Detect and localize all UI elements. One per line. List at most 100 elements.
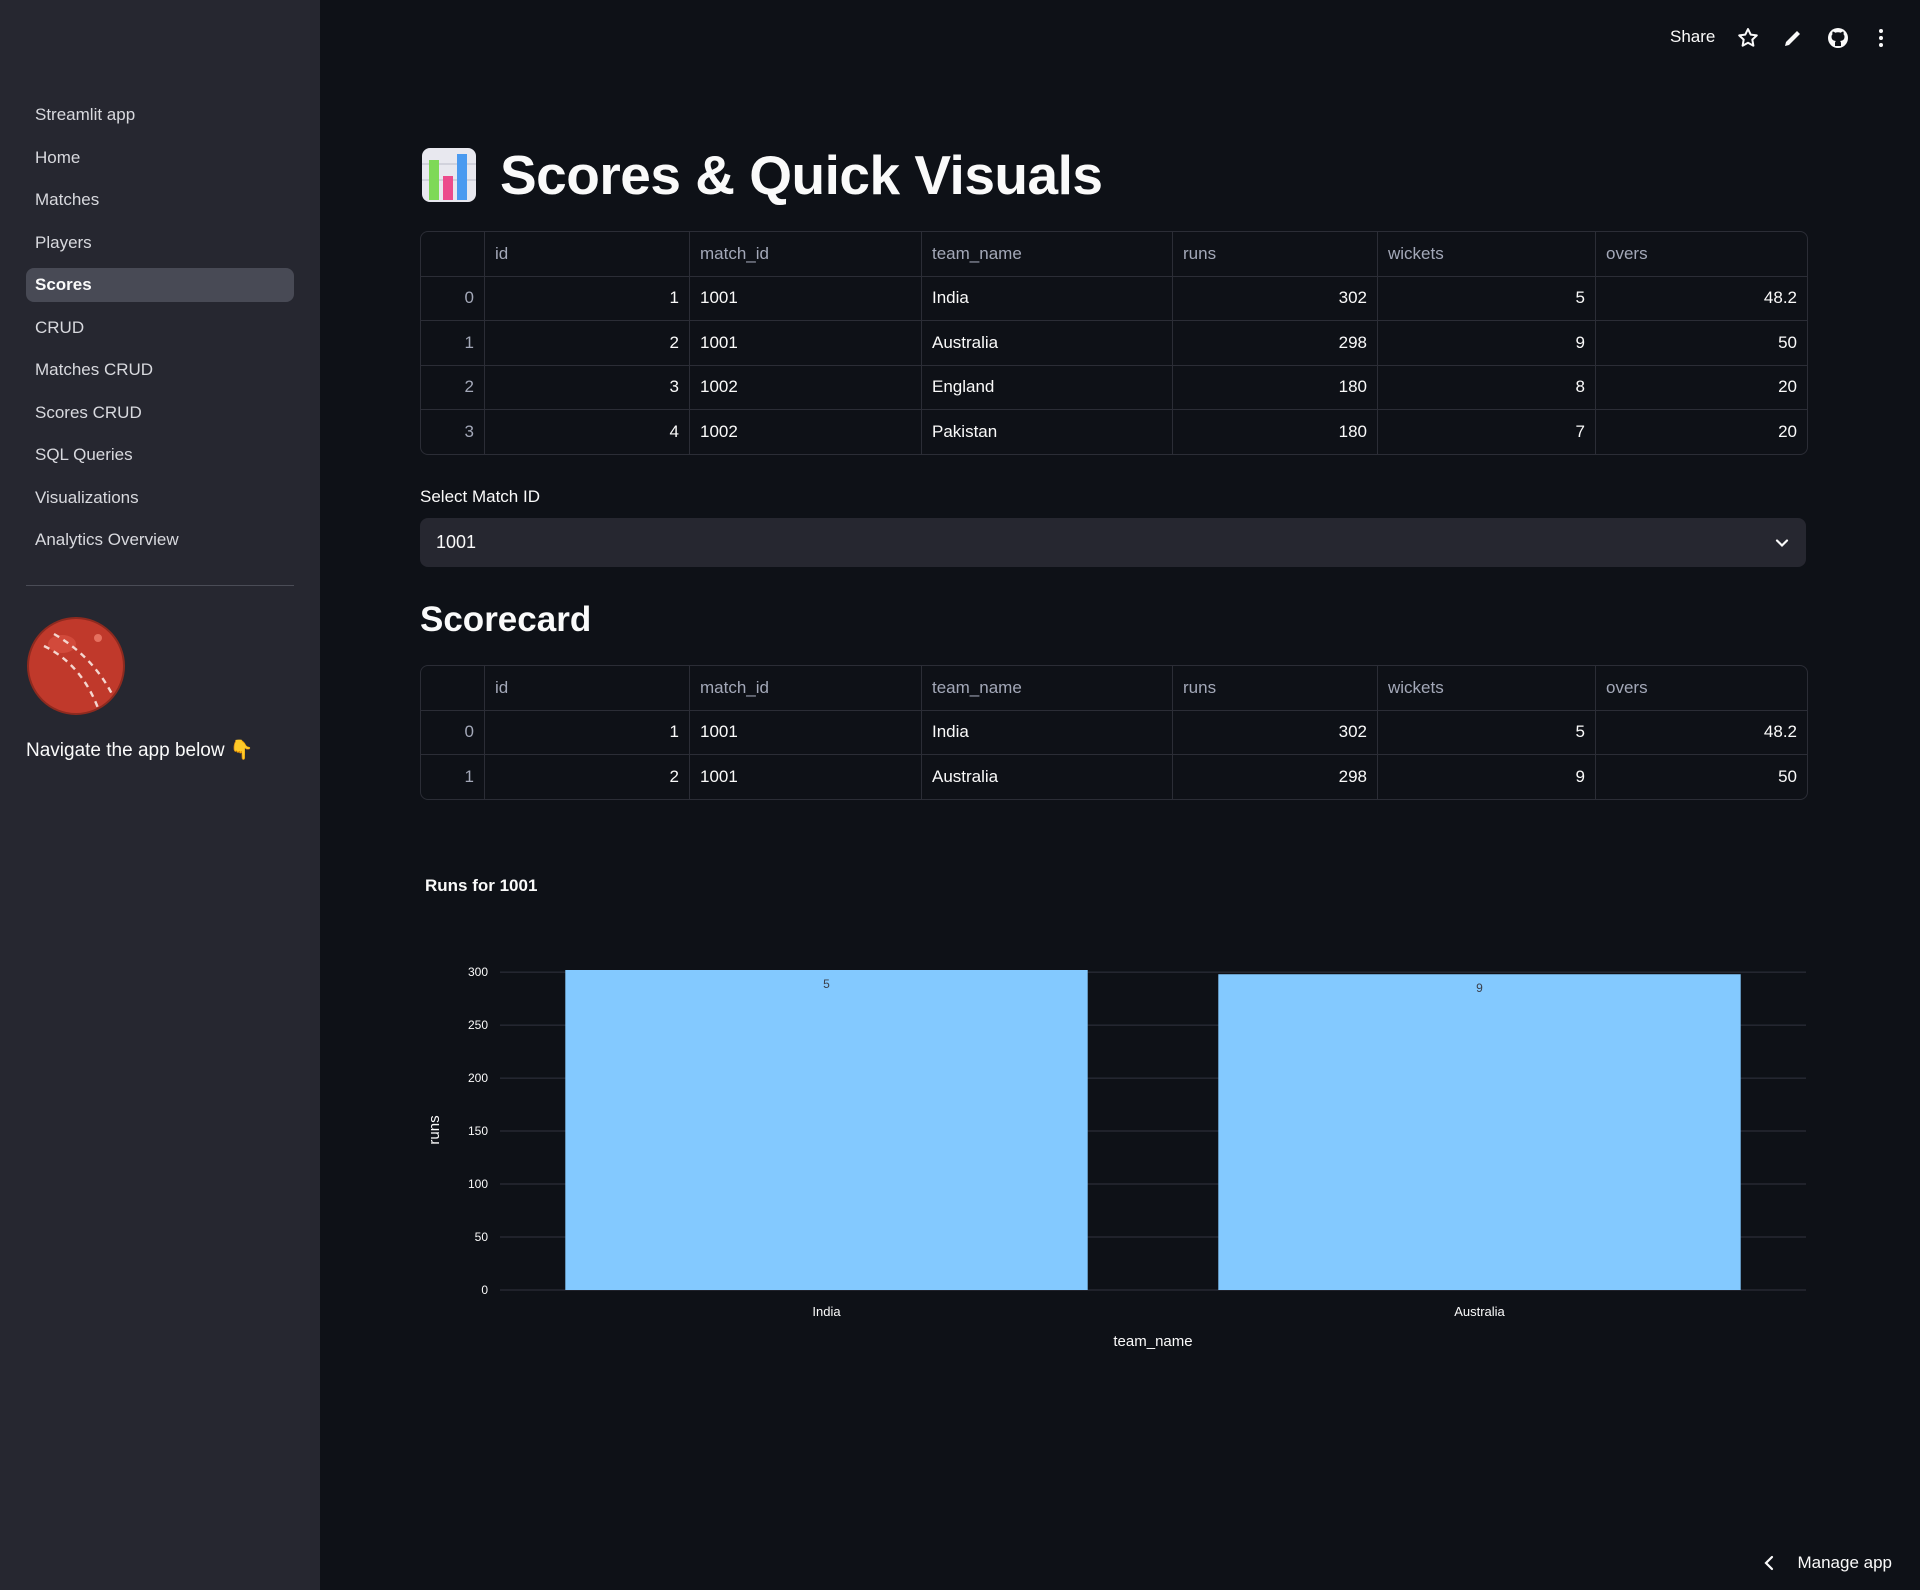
table-cell[interactable]: 50	[1595, 755, 1807, 799]
table-cell[interactable]: 1002	[689, 410, 921, 454]
table-cell[interactable]: 0	[421, 277, 484, 321]
table-cell[interactable]: 3	[421, 410, 484, 454]
table-cell[interactable]: 20	[1595, 365, 1807, 409]
table-cell[interactable]: Australia	[921, 755, 1172, 799]
column-header[interactable]: wickets	[1377, 232, 1595, 276]
table-cell[interactable]: 180	[1172, 365, 1377, 409]
table-cell[interactable]: 20	[1595, 410, 1807, 454]
table-cell[interactable]: 298	[1172, 321, 1377, 365]
table-cell[interactable]: Pakistan	[921, 410, 1172, 454]
column-header[interactable]: team_name	[921, 232, 1172, 276]
table-row[interactable]: 2 3 1002 England 180 8 20	[421, 364, 1807, 410]
table-cell[interactable]: 7	[1377, 410, 1595, 454]
sidebar-item-matches-crud[interactable]: Matches CRUD	[26, 353, 294, 387]
more-vertical-icon[interactable]	[1869, 26, 1893, 50]
table-cell[interactable]: 5	[1377, 710, 1595, 754]
column-header[interactable]	[421, 666, 484, 710]
table-cell[interactable]: 2	[484, 321, 689, 365]
table-cell[interactable]: 3	[484, 365, 689, 409]
sidebar-item-players[interactable]: Players	[26, 226, 294, 260]
column-header[interactable]: runs	[1172, 666, 1377, 710]
bar-data-label: 5	[823, 977, 830, 991]
page-title-text: Scores & Quick Visuals	[500, 144, 1103, 206]
column-header[interactable]: id	[484, 666, 689, 710]
table-cell[interactable]: 4	[484, 410, 689, 454]
select-value: 1001	[436, 532, 477, 552]
y-tick-label: 300	[468, 965, 488, 979]
table-cell[interactable]: 298	[1172, 755, 1377, 799]
sidebar-item-matches[interactable]: Matches	[26, 183, 294, 217]
sidebar-item-analytics-overview[interactable]: Analytics Overview	[26, 523, 294, 557]
pencil-icon[interactable]	[1781, 26, 1805, 50]
sidebar-item-scores[interactable]: Scores	[26, 268, 294, 302]
column-header[interactable]: runs	[1172, 232, 1377, 276]
sidebar-item-visualizations[interactable]: Visualizations	[26, 481, 294, 515]
table-cell[interactable]: 9	[1377, 755, 1595, 799]
sidebar-divider	[26, 585, 294, 586]
table-cell[interactable]: Australia	[921, 321, 1172, 365]
table-cell[interactable]: 1002	[689, 365, 921, 409]
sidebar-item-home[interactable]: Home	[26, 141, 294, 175]
table-cell[interactable]: 1001	[689, 321, 921, 365]
table-cell[interactable]: 50	[1595, 321, 1807, 365]
select-match-label: Select Match ID	[420, 487, 540, 506]
table-header-row: id match_id team_name runs wickets overs	[421, 232, 1807, 276]
column-header[interactable]: id	[484, 232, 689, 276]
table-cell[interactable]: 180	[1172, 410, 1377, 454]
table-cell[interactable]: India	[921, 710, 1172, 754]
table-row[interactable]: 0 1 1001 India 302 5 48.2	[421, 275, 1807, 321]
star-icon[interactable]	[1736, 26, 1760, 50]
table-cell[interactable]: 302	[1172, 276, 1377, 320]
column-header[interactable]: match_id	[689, 232, 921, 276]
y-tick-label: 50	[475, 1230, 489, 1244]
table-cell[interactable]: 0	[421, 711, 484, 755]
column-header[interactable]: team_name	[921, 666, 1172, 710]
table-cell[interactable]: 9	[1377, 321, 1595, 365]
table-cell[interactable]: 1	[484, 276, 689, 320]
table-cell[interactable]: 5	[1377, 276, 1595, 320]
bar-india	[565, 970, 1088, 1290]
sidebar-item-streamlit-app[interactable]: Streamlit app	[26, 98, 294, 132]
table-row[interactable]: 0 1 1001 India 302 5 48.2	[421, 709, 1807, 755]
table-cell[interactable]: 1001	[689, 755, 921, 799]
table-cell[interactable]: 2	[421, 366, 484, 410]
x-tick-label: India	[812, 1304, 841, 1319]
table-cell[interactable]: 2	[484, 755, 689, 799]
sidebar-item-sql-queries[interactable]: SQL Queries	[26, 438, 294, 472]
table-row[interactable]: 1 2 1001 Australia 298 9 50	[421, 320, 1807, 365]
y-tick-label: 200	[468, 1071, 488, 1085]
column-header[interactable]	[421, 232, 484, 276]
y-tick-label: 100	[468, 1177, 488, 1191]
table-cell[interactable]: England	[921, 365, 1172, 409]
column-header[interactable]: match_id	[689, 666, 921, 710]
share-button[interactable]: Share	[1670, 27, 1715, 47]
column-header[interactable]: overs	[1595, 232, 1807, 276]
table-cell[interactable]: 48.2	[1595, 710, 1807, 754]
table-cell[interactable]: 1	[484, 710, 689, 754]
manage-app-button[interactable]: Manage app	[1763, 1553, 1892, 1573]
manage-app-label: Manage app	[1797, 1553, 1892, 1572]
sidebar-item-crud[interactable]: CRUD	[26, 311, 294, 345]
bar-chart-icon	[422, 148, 476, 202]
table-cell[interactable]: India	[921, 276, 1172, 320]
table-cell[interactable]: 1001	[689, 710, 921, 754]
sidebar-item-scores-crud[interactable]: Scores CRUD	[26, 396, 294, 430]
table-cell[interactable]: 48.2	[1595, 276, 1807, 320]
column-header[interactable]: wickets	[1377, 666, 1595, 710]
y-tick-label: 150	[468, 1124, 488, 1138]
table-cell[interactable]: 302	[1172, 710, 1377, 754]
scores-table[interactable]: id match_id team_name runs wickets overs 0 1 100…	[420, 231, 1808, 455]
github-icon[interactable]	[1826, 26, 1850, 50]
bar-australia	[1218, 974, 1741, 1290]
scorecard-table[interactable]: id match_id team_name runs wickets overs 0 1 100…	[420, 665, 1808, 800]
runs-bar-chart[interactable]: Runs for 1001 0 50 100 150 200 250 300 5 India 9 Au…	[420, 860, 1806, 1360]
table-cell[interactable]: 1	[421, 321, 484, 365]
table-cell[interactable]: 1	[421, 755, 484, 799]
x-axis-label: team_name	[1113, 1333, 1192, 1350]
table-cell[interactable]: 1001	[689, 276, 921, 320]
column-header[interactable]: overs	[1595, 666, 1807, 710]
table-row[interactable]: 1 2 1001 Australia 298 9 50	[421, 754, 1807, 799]
match-id-select[interactable]: 1001	[420, 518, 1806, 567]
table-row[interactable]: 3 4 1002 Pakistan 180 7 20	[421, 409, 1807, 454]
table-cell[interactable]: 8	[1377, 365, 1595, 409]
